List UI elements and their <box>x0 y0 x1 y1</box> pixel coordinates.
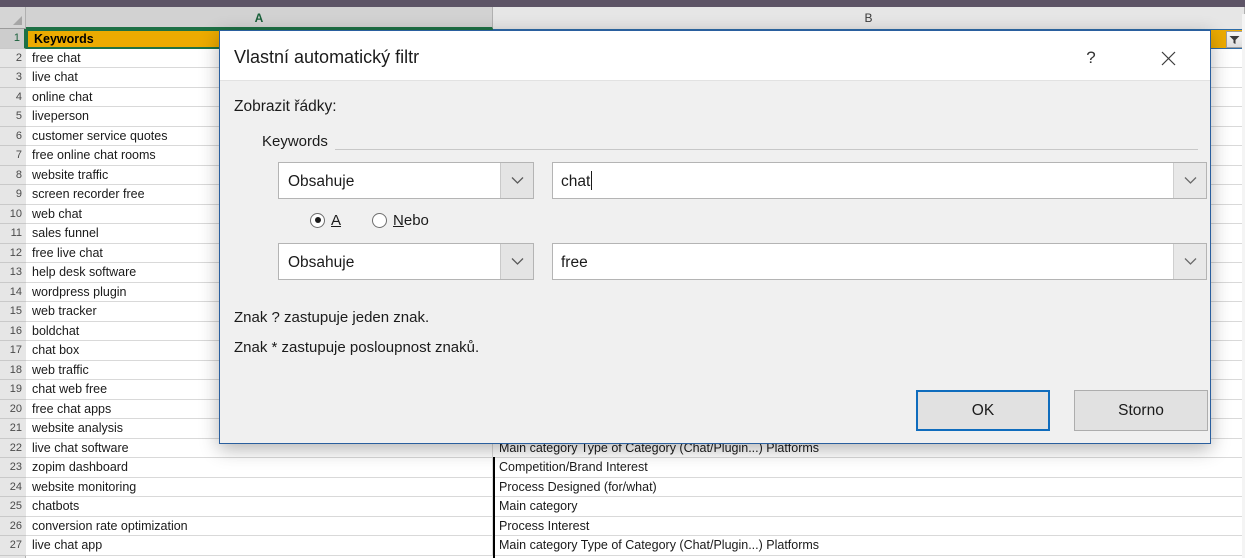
row-header[interactable]: 4 <box>0 87 26 107</box>
column-header-band: A B <box>0 7 1245 29</box>
filter-funnel-icon <box>1229 35 1240 44</box>
chevron-down-glyph <box>1184 258 1196 265</box>
row-header[interactable]: 18 <box>0 360 26 380</box>
operator-combo-2-value: Obsahuje <box>288 254 355 271</box>
cell-column-b[interactable]: Main category Type of Category (Chat/Plu… <box>493 536 1245 555</box>
cell-column-b[interactable]: Competition/Brand Interest <box>493 458 1245 477</box>
radio-or-label-rest: ebo <box>403 211 429 229</box>
row-header[interactable]: 27 <box>0 536 26 556</box>
chevron-down-glyph <box>511 177 523 184</box>
row-header[interactable]: 24 <box>0 477 26 497</box>
radio-or-circle-icon <box>372 212 388 228</box>
row-header[interactable]: 3 <box>0 68 26 88</box>
chevron-down-glyph <box>1184 177 1196 184</box>
value-input-2[interactable]: free <box>552 243 1207 280</box>
wildcard-hint-question: Znak ? zastupuje jeden znak. <box>234 309 430 326</box>
row-header-column: 1 2 3 4 5 6 7 8 9 10 11 12 13 14 15 16 17 18 19 20 21 22 23 24 2… <box>0 29 26 558</box>
row-header[interactable]: 25 <box>0 497 26 517</box>
cell-column-a[interactable]: conversion rate optimization <box>26 516 493 535</box>
table-row: live chat app Main category Type of Categ… <box>26 536 1245 556</box>
chevron-down-icon[interactable] <box>1173 244 1206 279</box>
row-header[interactable]: 5 <box>0 107 26 127</box>
value-input-2-value: free <box>561 254 588 271</box>
group-label: Keywords <box>262 133 335 150</box>
filter-dropdown-button[interactable] <box>1226 31 1243 48</box>
column-b-left-border <box>493 457 495 558</box>
chevron-down-glyph <box>511 258 523 265</box>
row-header[interactable]: 12 <box>0 243 26 263</box>
cell-column-a[interactable]: zopim dashboard <box>26 458 493 477</box>
dialog-title-bar: Vlastní automatický filtr ? <box>220 31 1210 81</box>
column-header-a[interactable]: A <box>26 7 493 29</box>
operator-combo-1-value: Obsahuje <box>288 173 355 190</box>
row-header[interactable]: 6 <box>0 126 26 146</box>
show-rows-label: Zobrazit řádky: <box>234 98 337 115</box>
cell-column-a[interactable]: live chat app <box>26 536 493 555</box>
ok-button[interactable]: OK <box>916 390 1050 431</box>
excel-window: A B 1 2 3 4 5 6 7 8 9 10 11 12 13 14 15 16 17 18 19 20 21 22 2… <box>0 0 1245 558</box>
table-row: website monitoring Process Designed (for/… <box>26 477 1245 497</box>
cell-column-a[interactable]: chatbots <box>26 497 493 516</box>
text-caret <box>591 171 593 190</box>
table-row: chatbots Main category <box>26 497 1245 517</box>
row-header[interactable]: 16 <box>0 321 26 341</box>
cell-column-a[interactable]: website monitoring <box>26 477 493 496</box>
row-header[interactable]: 8 <box>0 165 26 185</box>
row-header[interactable]: 10 <box>0 204 26 224</box>
radio-or-label: Nebo <box>393 212 429 229</box>
radio-and-circle-icon <box>310 212 325 228</box>
group-separator-line <box>262 149 1198 150</box>
radio-or[interactable]: Nebo <box>372 212 429 229</box>
value-input-1[interactable]: chat <box>552 162 1207 199</box>
row-header[interactable]: 2 <box>0 48 26 68</box>
row-header[interactable]: 19 <box>0 380 26 400</box>
row-header[interactable]: 15 <box>0 302 26 322</box>
radio-and-label-text: A <box>331 211 342 229</box>
row-header[interactable]: 17 <box>0 341 26 361</box>
close-x-icon <box>1161 51 1175 65</box>
help-icon[interactable]: ? <box>1077 45 1105 71</box>
row-header[interactable]: 21 <box>0 419 26 439</box>
cancel-button[interactable]: Storno <box>1074 390 1208 431</box>
row-header[interactable]: 14 <box>0 282 26 302</box>
radio-and-label: A <box>331 212 341 229</box>
row-header[interactable]: 23 <box>0 458 26 478</box>
dialog-body: Zobrazit řádky: Keywords Obsahuje chat A… <box>220 81 1210 443</box>
select-all-triangle-icon <box>13 16 22 25</box>
value-input-1-text: chat <box>561 163 593 198</box>
row-header[interactable]: 26 <box>0 516 26 536</box>
operator-combo-1[interactable]: Obsahuje <box>278 162 534 199</box>
close-icon[interactable] <box>1154 45 1182 71</box>
radio-and[interactable]: A <box>310 212 341 229</box>
row-header[interactable]: 9 <box>0 185 26 205</box>
wildcard-hint-asterisk: Znak * zastupuje posloupnost znaků. <box>234 339 480 356</box>
chevron-down-icon[interactable] <box>1173 163 1206 198</box>
radio-or-label-mnemonic: N <box>393 211 404 229</box>
row-header[interactable]: 22 <box>0 438 26 458</box>
select-all-corner[interactable] <box>0 7 26 29</box>
chevron-down-icon[interactable] <box>500 244 533 279</box>
row-header[interactable]: 13 <box>0 263 26 283</box>
table-row: conversion rate optimization Process Inte… <box>26 516 1245 536</box>
custom-autofilter-dialog: Vlastní automatický filtr ? Zobrazit řád… <box>219 30 1211 444</box>
table-row: zopim dashboard Competition/Brand Interes… <box>26 458 1245 478</box>
value-input-1-value: chat <box>561 173 591 190</box>
cell-column-b[interactable]: Process Designed (for/what) <box>493 478 1245 497</box>
cell-column-b[interactable]: Main category <box>493 497 1245 516</box>
cell-column-b[interactable]: Process Interest <box>493 517 1245 536</box>
window-chrome-strip <box>0 0 1245 7</box>
row-header[interactable]: 11 <box>0 224 26 244</box>
chevron-down-icon[interactable] <box>500 163 533 198</box>
row-header[interactable]: 20 <box>0 399 26 419</box>
row-header[interactable]: 7 <box>0 146 26 166</box>
row-header[interactable]: 1 <box>0 29 26 49</box>
operator-combo-2[interactable]: Obsahuje <box>278 243 534 280</box>
column-header-b[interactable]: B <box>493 7 1245 29</box>
conjunction-radio-group: A Nebo <box>310 209 460 231</box>
dialog-title: Vlastní automatický filtr <box>234 47 420 67</box>
